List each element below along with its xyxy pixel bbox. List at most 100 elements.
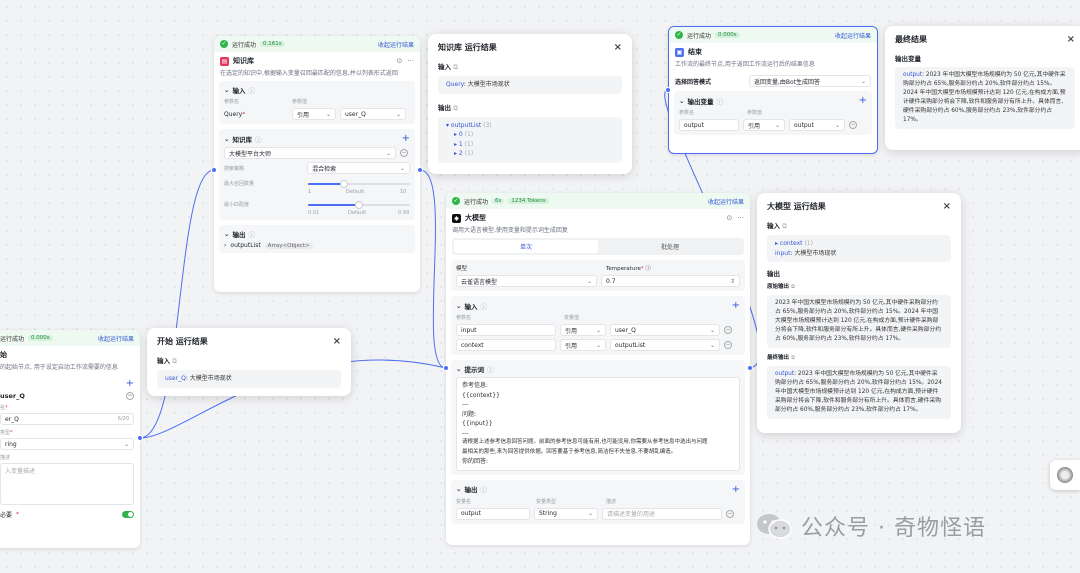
kb-output-port[interactable] [417,167,423,173]
output-name-input[interactable]: output [456,507,530,520]
remove-icon[interactable]: − [726,509,734,518]
remove-icon[interactable]: − [126,392,134,400]
close-icon[interactable]: × [333,336,341,347]
chevron-down-icon[interactable]: ⌄ [224,86,229,94]
start-node[interactable]: 运行成功 0.000s 收起运行结果 始 的起始节点, 用于设定启动工作流需要的信息… [0,330,140,548]
type-select[interactable]: ring ⌄ [0,438,134,450]
tab-batch[interactable]: 批处理 [598,240,742,253]
view-result-link[interactable]: 收起运行结果 [835,31,871,40]
remove-icon[interactable]: − [400,149,408,157]
var-select[interactable]: output ⌄ [789,119,845,131]
param-name-input[interactable]: input [456,324,556,336]
ref-select[interactable]: 引用 ⌄ [560,339,606,351]
info-icon: ⓘ [716,97,723,106]
copy-icon[interactable]: ⧉ [782,222,787,230]
chevron-down-icon[interactable]: ⌄ [679,97,684,105]
tree-item[interactable]: ▸ 2 (1) [446,149,614,159]
add-var-button[interactable]: + [126,378,134,389]
run-status-bar: 运行成功 0.000s 收起运行结果 [0,330,140,346]
chevron-down-icon[interactable]: ⌄ [456,302,461,310]
end-node[interactable]: ✓ 运行成功 0.000s 收起运行结果 ▣ 结束 工作流的最终节点,用于返回工作流运行… [668,26,878,154]
output-type-select[interactable]: String ⌄ [534,507,598,520]
add-output-button[interactable]: + [859,95,867,106]
close-icon[interactable]: × [1067,34,1075,45]
ref-select[interactable]: 引用 ⌄ [560,324,606,336]
add-output-button[interactable]: + [732,484,740,495]
kb-result-panel: 知识库 运行结果 × 输入 ⧉ Query: 大模型市场现状 输出 ⧉ ▾ out… [428,34,632,174]
name-input[interactable]: er_Q 6/20 [0,413,134,425]
info-icon: ⓘ [248,87,255,95]
llm-result-panel: 大模型 运行结果 × 输入 ⧉ ▸ context (1) input: 大模型市场… [757,193,961,433]
run-status-bar: ✓ 运行成功 0.000s 收起运行结果 [669,27,877,43]
ref-select[interactable]: 引用 ⌄ [743,119,785,131]
var-select[interactable]: user_Q ⌄ [340,108,406,120]
node-desc: 的起始节点, 用于设定启动工作流需要的信息 [0,364,118,371]
knowledge-icon: ▤ [220,56,229,66]
remove-icon[interactable]: − [849,121,857,129]
remove-icon[interactable]: − [724,326,732,334]
desc-textarea[interactable]: 入变量描述 [0,463,134,505]
llm-node[interactable]: ✓ 运行成功 6s 1234 Tokens 收起运行结果 ◆ 大模型 ⊙ ··· 调用大语言模… [446,193,750,545]
chevron-right-icon[interactable]: › [224,242,226,249]
temperature-input[interactable]: 0.7 ⇕ [601,275,740,287]
view-result-link[interactable]: 收起运行结果 [98,334,134,343]
final-result-box: output: 2023 年中国大模型市场规模约为 50 亿元,其中硬件采购部分… [895,67,1075,129]
run-icon[interactable]: ⊙ [726,214,732,222]
more-icon[interactable]: ··· [407,57,414,65]
knowledge-base-node[interactable]: ✓ 运行成功 0.161s 收起运行结果 ▤ 知识库 ⊙ ··· 在选定的知识中,根据输入变… [214,36,420,292]
answer-mode-select[interactable]: 返回变量,由Bot生成回答 ⌄ [749,75,871,87]
wechat-icon [755,512,793,540]
end-input-port[interactable] [665,87,671,93]
output-desc-input[interactable]: 请描述变量的用途 [602,507,722,520]
llm-output-port[interactable] [747,365,753,371]
chevron-down-icon[interactable]: ⌄ [456,485,461,493]
raw-output-box: 2023 年中国大模型市场规模约为 50 亿元,其中硬件采购部分约占 65%,服… [767,295,951,348]
var-select[interactable]: outputList ⌄ [610,339,720,351]
node-desc: 在选定的知识中,根据输入变量召回最匹配的信息,并以列表形式返回 [220,70,398,77]
chevron-down-icon[interactable]: ⌄ [224,230,229,238]
start-output-port[interactable] [137,435,143,441]
close-icon[interactable]: × [614,42,622,53]
node-title: 始 [0,351,7,359]
llm-input-port[interactable] [443,365,449,371]
required-toggle[interactable] [122,511,134,518]
view-result-link[interactable]: 收起运行结果 [378,40,414,49]
max-recall-slider[interactable] [308,179,410,188]
model-select[interactable]: 云雀语言模型 ⌄ [456,275,597,287]
end-result-panel: 最终结果 × 输出变量 output: 2023 年中国大模型市场规模约为 50 … [885,26,1080,150]
type-label: 类型* [0,430,13,436]
param-name-input[interactable]: context [456,339,556,351]
more-icon[interactable]: ··· [737,214,744,222]
assistant-float-button[interactable] [1050,460,1080,490]
context-tree[interactable]: ▸ context (1) [775,239,943,249]
view-result-link[interactable]: 收起运行结果 [708,197,744,206]
chevron-down-icon[interactable]: ⌄ [456,365,461,373]
output-list-tree[interactable]: ▾ outputList (3) [446,121,614,131]
copy-icon[interactable]: ⧉ [791,284,795,290]
copy-icon[interactable]: ⧉ [453,104,458,112]
prompt-editor[interactable]: 参考信息: {{context}} --- 问题: {{input}} --- 请根据上述参… [456,377,740,471]
chevron-down-icon[interactable]: ⌄ [224,135,229,143]
add-input-button[interactable]: + [732,300,740,311]
search-select[interactable]: 混合检索 ⌄ [307,162,410,174]
tab-single[interactable]: 单次 [454,240,598,253]
copy-icon[interactable]: ⧉ [453,63,458,71]
query-label: Query* [224,110,246,118]
run-icon[interactable]: ⊙ [396,57,402,65]
copy-icon[interactable]: ⧉ [791,355,795,361]
end-icon: ▣ [675,47,684,57]
kb-input-port[interactable] [211,167,217,173]
ref-select[interactable]: 引用 ⌄ [292,108,336,120]
remove-icon[interactable]: − [724,341,732,349]
tree-item[interactable]: ▸ 1 (1) [446,140,614,150]
workflow-canvas[interactable]: ✓ 运行成功 0.161s 收起运行结果 ▤ 知识库 ⊙ ··· 在选定的知识中,根据输入变… [0,0,1080,573]
tree-item[interactable]: ▸ 0 (1) [446,130,614,140]
var-select[interactable]: user_Q ⌄ [610,324,720,336]
kb-select[interactable]: 大模型平台大师 ⌄ [224,147,396,159]
close-icon[interactable]: × [943,201,951,212]
param-name-input[interactable]: output [679,119,739,131]
info-icon: ⓘ [486,366,494,374]
min-match-slider[interactable] [308,200,410,209]
add-kb-button[interactable]: + [402,133,410,144]
copy-icon[interactable]: ⧉ [172,357,177,365]
